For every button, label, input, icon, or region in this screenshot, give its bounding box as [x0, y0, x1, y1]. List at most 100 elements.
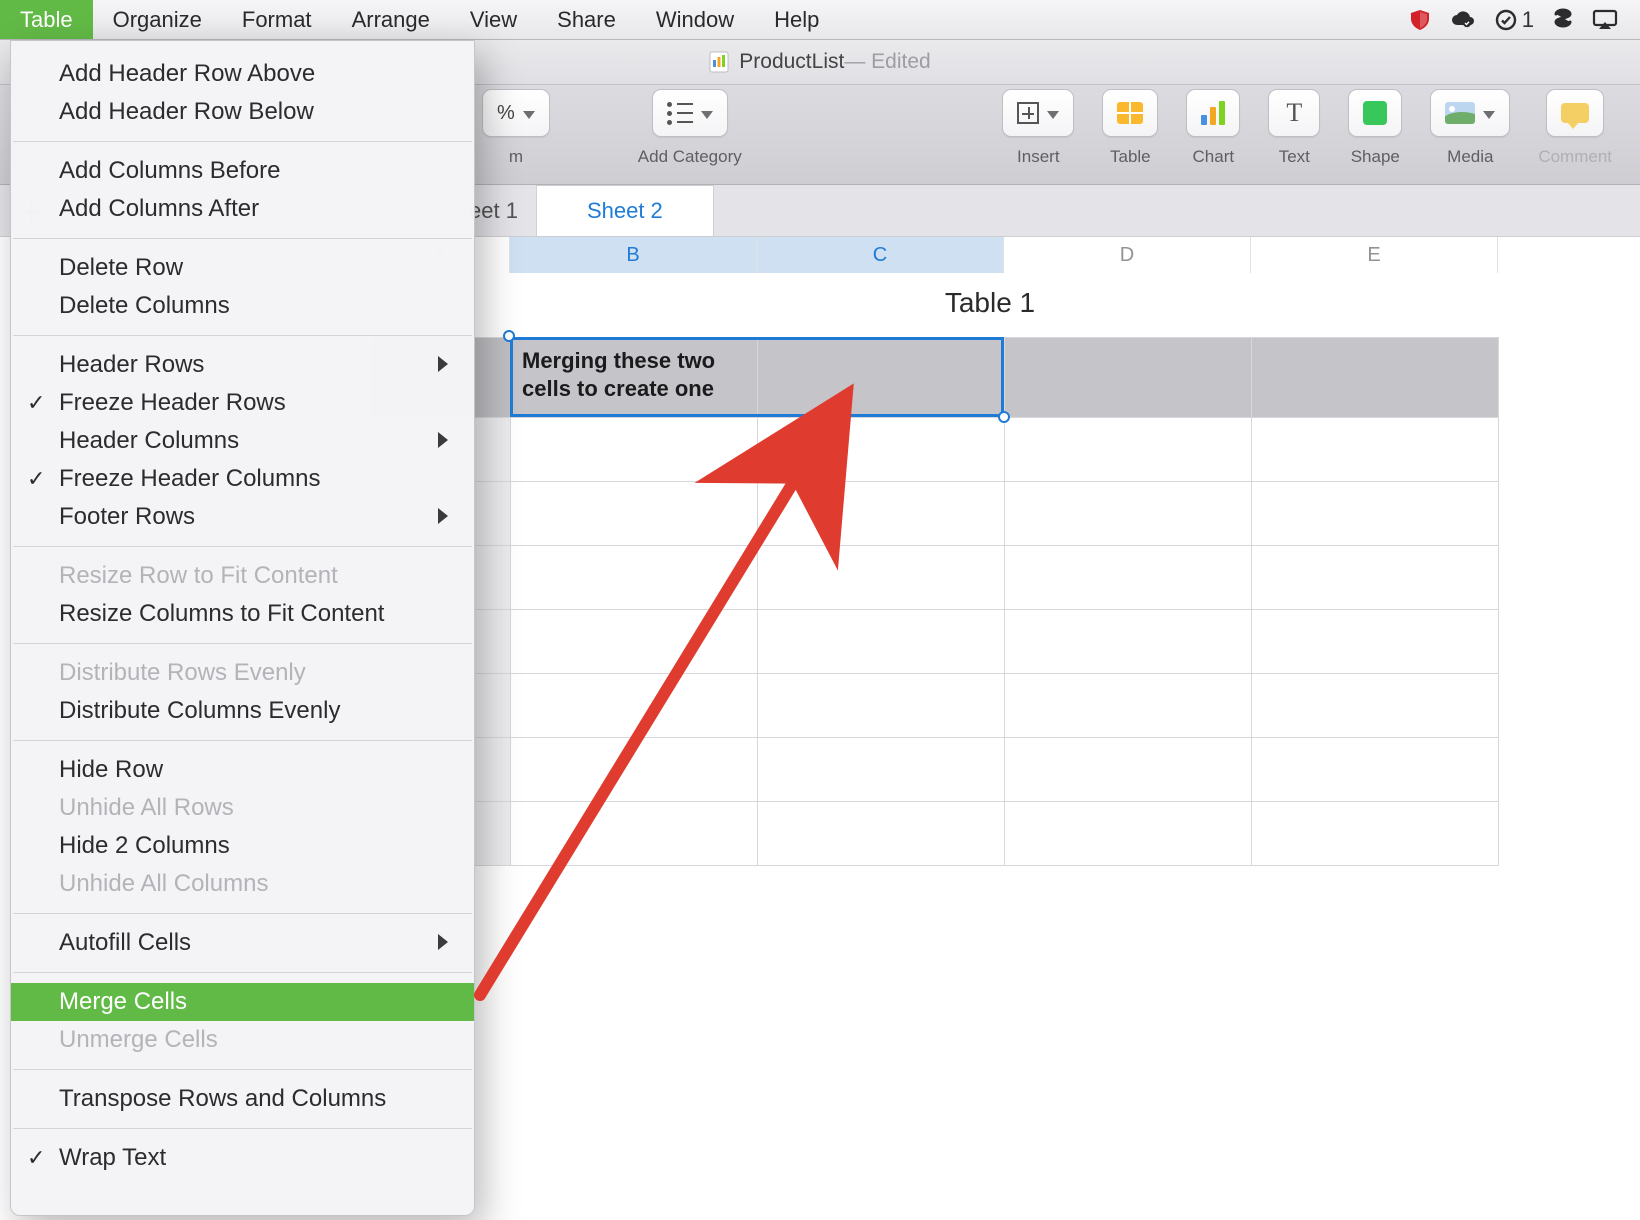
checkmark-icon: ✓	[27, 390, 45, 416]
toolbar-shape: Shape	[1348, 89, 1402, 167]
menu-format[interactable]: Format	[222, 0, 332, 39]
col-head-d[interactable]: D	[1004, 237, 1251, 273]
chevron-down-icon	[1047, 102, 1059, 125]
text-label: Text	[1279, 147, 1310, 167]
mi-hide-2-columns[interactable]: Hide 2 Columns	[11, 827, 474, 865]
mi-unhide-columns: Unhide All Columns	[11, 865, 474, 903]
submenu-arrow-icon	[438, 427, 448, 455]
table-row	[371, 546, 1499, 610]
mi-freeze-header-rows[interactable]: ✓Freeze Header Rows	[11, 384, 474, 422]
menubar-status-area: 1	[1408, 7, 1640, 33]
toolbar-media: Media	[1430, 89, 1510, 167]
plus-box-icon	[1017, 102, 1039, 124]
col-head-e[interactable]: E	[1251, 237, 1498, 273]
menu-organize[interactable]: Organize	[93, 0, 222, 39]
shape-icon	[1363, 101, 1387, 125]
mi-autofill-cells[interactable]: Autofill Cells	[11, 924, 474, 962]
mi-delete-columns[interactable]: Delete Columns	[11, 287, 474, 325]
chevron-down-icon	[701, 102, 713, 125]
mi-unhide-rows: Unhide All Rows	[11, 789, 474, 827]
insert-button[interactable]	[1002, 89, 1074, 137]
table-row	[371, 418, 1499, 482]
comment-button[interactable]	[1546, 89, 1604, 137]
table-menu-dropdown: Add Header Row Above Add Header Row Belo…	[10, 40, 475, 1216]
mi-distribute-columns[interactable]: Distribute Columns Evenly	[11, 692, 474, 730]
mi-add-header-row-below[interactable]: Add Header Row Below	[11, 93, 474, 131]
checkmark-icon: ✓	[27, 466, 45, 492]
mi-header-rows[interactable]: Header Rows	[11, 346, 474, 384]
checkmark-icon: ✓	[27, 1145, 45, 1171]
submenu-arrow-icon	[438, 351, 448, 379]
col-head-c[interactable]: C	[757, 237, 1004, 273]
col-head-b[interactable]: B	[510, 237, 757, 273]
zoom-button[interactable]: %	[482, 89, 550, 137]
shield-icon[interactable]	[1408, 8, 1432, 32]
table-row	[371, 482, 1499, 546]
sheet-tab-1[interactable]: eet 1	[469, 185, 537, 236]
s-icon[interactable]	[1552, 8, 1574, 32]
mi-header-columns[interactable]: Header Columns	[11, 422, 474, 460]
media-button[interactable]	[1430, 89, 1510, 137]
menu-arrange[interactable]: Arrange	[332, 0, 450, 39]
mi-footer-rows[interactable]: Footer Rows	[11, 498, 474, 536]
chart-label: Chart	[1193, 147, 1235, 167]
mi-merge-cells[interactable]: Merge Cells	[11, 983, 474, 1021]
comment-icon	[1561, 103, 1589, 123]
column-headers: A B C D E	[370, 237, 1640, 273]
mi-wrap-text[interactable]: ✓Wrap Text	[11, 1139, 474, 1177]
mi-hide-row[interactable]: Hide Row	[11, 751, 474, 789]
document-icon	[709, 51, 729, 73]
mi-transpose[interactable]: Transpose Rows and Columns	[11, 1080, 474, 1118]
spreadsheet-area: A B C D E Table 1 Merging these two cell…	[370, 237, 1640, 1220]
menu-view[interactable]: View	[450, 0, 537, 39]
menu-table[interactable]: Table	[0, 0, 93, 39]
mi-distribute-rows: Distribute Rows Evenly	[11, 654, 474, 692]
toolbar-comment: Comment	[1538, 89, 1612, 167]
menu-help[interactable]: Help	[754, 0, 839, 39]
document-name: ProductList	[739, 50, 844, 74]
selection-handle-br[interactable]	[998, 411, 1010, 423]
toolbar-add-category: Add Category	[638, 89, 742, 167]
task-check-icon[interactable]: 1	[1494, 7, 1534, 33]
text-icon: T	[1286, 98, 1302, 128]
shape-label: Shape	[1351, 147, 1400, 167]
table-row	[371, 610, 1499, 674]
sheet-tab-2[interactable]: Sheet 2	[537, 185, 714, 236]
table-label: Table	[1110, 147, 1151, 167]
menu-window[interactable]: Window	[636, 0, 754, 39]
table-row	[371, 674, 1499, 738]
submenu-arrow-icon	[438, 503, 448, 531]
task-count: 1	[1522, 7, 1534, 33]
table-icon	[1117, 102, 1143, 124]
table-row	[371, 738, 1499, 802]
mi-add-header-row-above[interactable]: Add Header Row Above	[11, 55, 474, 93]
selection-handle-tl[interactable]	[503, 330, 515, 342]
table-title[interactable]: Table 1	[370, 287, 1610, 319]
mi-add-columns-after[interactable]: Add Columns After	[11, 190, 474, 228]
insert-label: Insert	[1017, 147, 1060, 167]
chevron-down-icon	[1483, 102, 1495, 125]
menubar: Table Organize Format Arrange View Share…	[0, 0, 1640, 40]
mi-freeze-header-columns[interactable]: ✓Freeze Header Columns	[11, 460, 474, 498]
shape-button[interactable]	[1348, 89, 1402, 137]
table-row	[371, 802, 1499, 866]
submenu-arrow-icon	[438, 929, 448, 957]
add-category-button[interactable]	[652, 89, 728, 137]
chart-button[interactable]	[1186, 89, 1240, 137]
mi-resize-row-fit: Resize Row to Fit Content	[11, 557, 474, 595]
media-label: Media	[1447, 147, 1493, 167]
table-grid[interactable]	[370, 337, 1499, 866]
mi-delete-row[interactable]: Delete Row	[11, 249, 474, 287]
mi-resize-columns-fit[interactable]: Resize Columns to Fit Content	[11, 595, 474, 633]
document-edited: — Edited	[844, 50, 930, 74]
table-button[interactable]	[1102, 89, 1158, 137]
mi-add-columns-before[interactable]: Add Columns Before	[11, 152, 474, 190]
cloud-sync-icon[interactable]	[1450, 8, 1476, 32]
text-button[interactable]: T	[1268, 89, 1320, 137]
toolbar-table: Table	[1102, 89, 1158, 167]
menu-share[interactable]: Share	[537, 0, 636, 39]
toolbar-zoom: % m	[482, 89, 550, 167]
zoom-label: m	[509, 147, 523, 167]
media-icon	[1445, 102, 1475, 124]
airplay-icon[interactable]	[1592, 9, 1618, 31]
